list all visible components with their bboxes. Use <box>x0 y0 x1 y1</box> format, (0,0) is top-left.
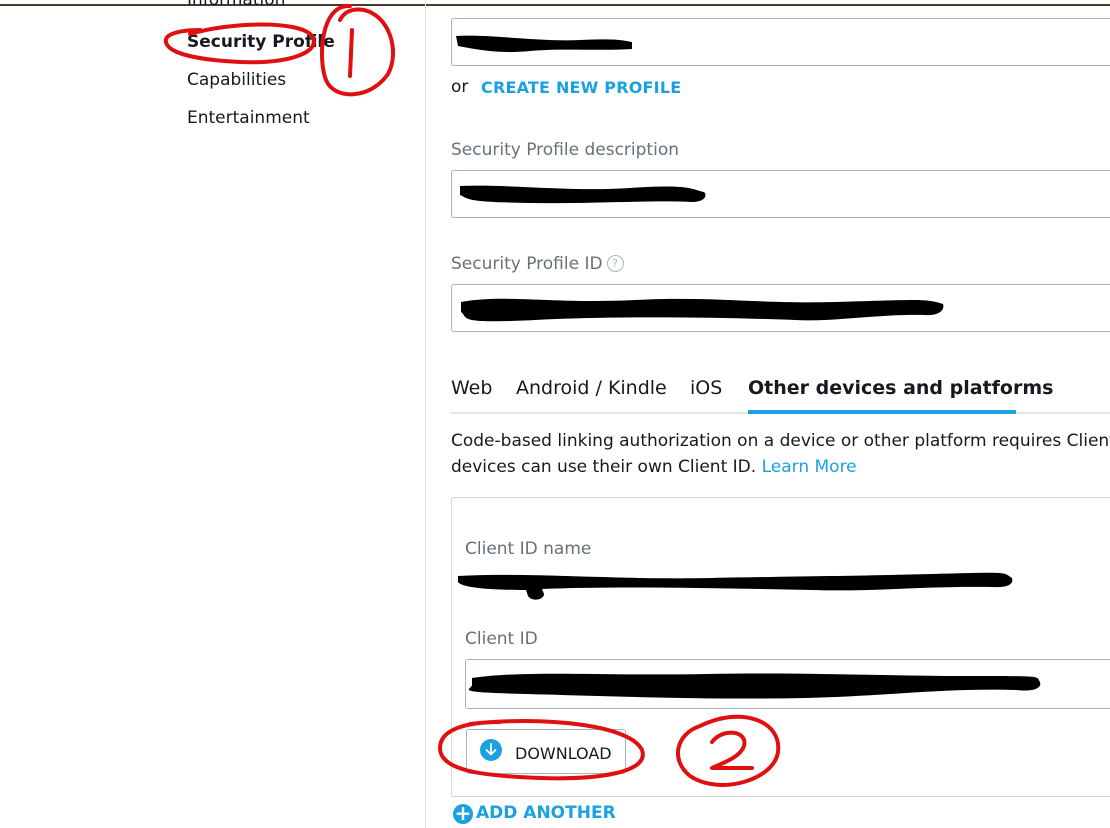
download-button-label: DOWNLOAD <box>515 744 612 763</box>
tab-ios[interactable]: iOS <box>690 377 722 399</box>
download-button[interactable]: DOWNLOAD <box>466 729 626 774</box>
download-arrow-icon <box>480 739 502 761</box>
description-line-2-text: devices can use their own Client ID. <box>451 457 757 477</box>
description-line-2: devices can use their own Client ID. Lea… <box>451 454 1110 480</box>
redaction-mark <box>468 673 1041 699</box>
tab-web[interactable]: Web <box>451 377 492 399</box>
redaction-mark <box>461 298 944 322</box>
nav-item-information[interactable]: Information <box>187 0 285 14</box>
description-line-1: Code-based linking authorization on a de… <box>451 431 1110 451</box>
tab-other-devices-and-platforms[interactable]: Other devices and platforms <box>748 377 1053 399</box>
nav-item-capabilities[interactable]: Capabilities <box>187 70 286 90</box>
learn-more-link[interactable]: Learn More <box>762 457 857 477</box>
nav-item-entertainment[interactable]: Entertainment <box>187 108 310 128</box>
help-icon[interactable]: ? <box>606 255 624 272</box>
other-devices-description: Code-based linking authorization on a de… <box>451 428 1110 480</box>
redaction-mark <box>458 572 1013 600</box>
security-profile-description-label: Security Profile description <box>451 140 679 160</box>
active-tab-indicator <box>748 410 1016 414</box>
plus-circle-icon: + <box>453 801 473 825</box>
redaction-mark <box>456 35 632 53</box>
nav-item-security-profile[interactable]: Security Profile <box>187 32 335 52</box>
security-profile-id-label-text: Security Profile ID <box>451 254 603 274</box>
tab-android-kindle[interactable]: Android / Kindle <box>516 377 667 399</box>
window-top-border <box>0 4 1110 6</box>
client-id-name-label: Client ID name <box>465 539 592 559</box>
create-new-profile-link[interactable]: CREATE NEW PROFILE <box>481 78 681 97</box>
client-id-label: Client ID <box>465 629 538 649</box>
add-another-label: ADD ANOTHER <box>476 803 616 823</box>
redaction-mark <box>460 185 706 204</box>
annotation-number-1-stroke <box>348 28 354 78</box>
nav-divider <box>425 0 426 828</box>
or-text: or <box>451 77 469 97</box>
security-profile-id-label: Security Profile ID? <box>451 254 624 274</box>
